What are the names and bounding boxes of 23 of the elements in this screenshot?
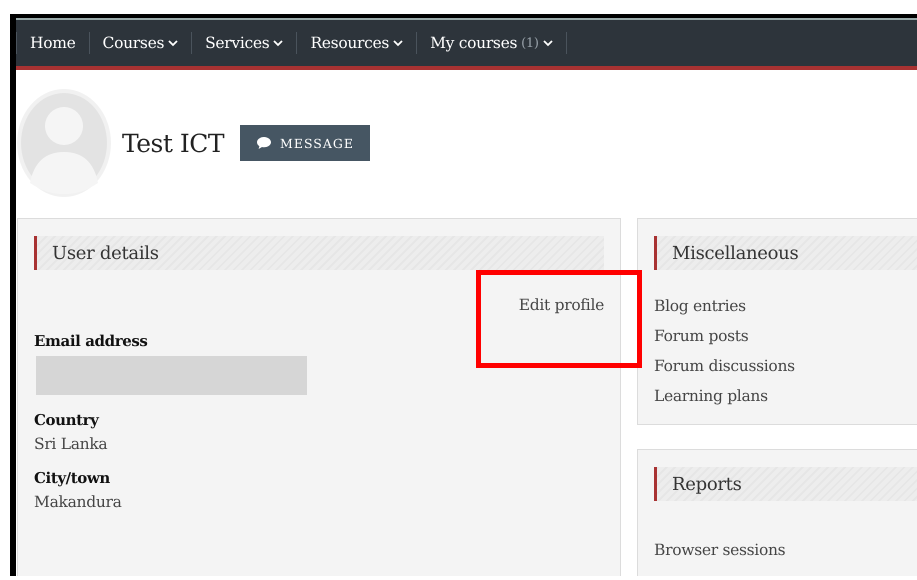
avatar-icon	[16, 88, 112, 198]
field-label: Country	[34, 411, 100, 429]
sidebar-link[interactable]: Learning plans	[654, 387, 917, 405]
nav-menu-item[interactable]: Courses	[88, 32, 192, 54]
sidebar-link[interactable]: Blog entries	[654, 297, 917, 315]
field-label: City/town	[34, 469, 111, 487]
nav-menu-item[interactable]: Resources	[296, 32, 416, 54]
chat-bubble-icon	[256, 136, 272, 150]
sidebar-link[interactable]: Forum posts	[654, 327, 917, 345]
nav-menu-item[interactable]: Services	[191, 32, 296, 54]
nav-menu-item[interactable]: Home	[16, 32, 89, 54]
field-value: Makandura	[34, 493, 123, 511]
card-heading: User details	[34, 236, 604, 270]
edit-profile-link[interactable]: Edit profile	[518, 296, 604, 314]
nav-menu-item[interactable]: My courses (1)	[416, 32, 566, 54]
message-button[interactable]: MESSAGE	[240, 125, 370, 161]
sidebar-link[interactable]: Forum discussions	[654, 357, 917, 375]
field-value: Sri Lanka	[34, 435, 108, 453]
sidebar-link[interactable]: Browser sessions	[654, 541, 917, 559]
user-name: Test ICT	[122, 128, 224, 158]
field-label: Email address	[34, 332, 148, 350]
card-heading: Reports	[654, 467, 917, 501]
card-heading: Miscellaneous	[654, 236, 917, 270]
